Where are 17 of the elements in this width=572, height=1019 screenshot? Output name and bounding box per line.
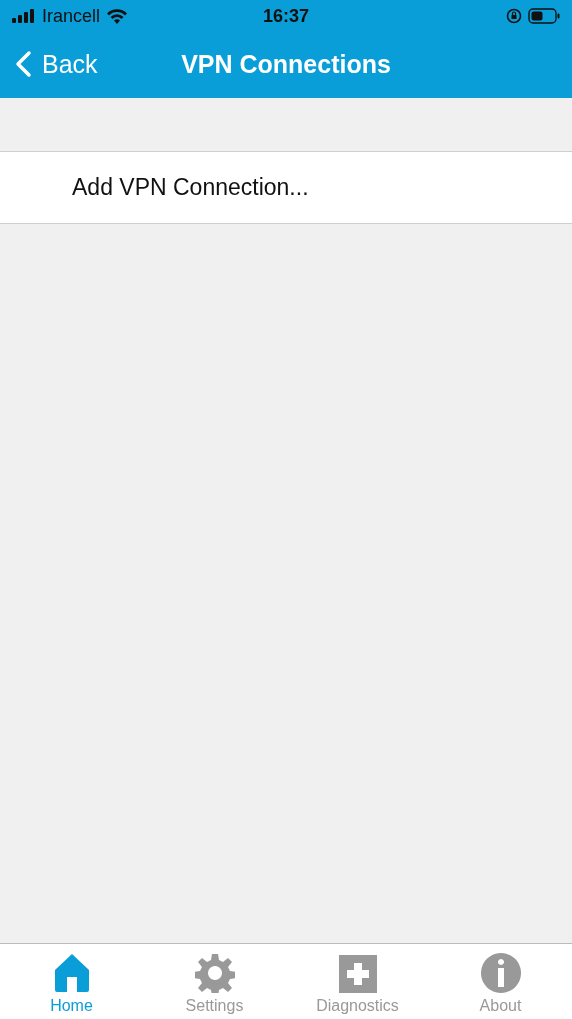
tab-button[interactable]: Home — [0, 944, 143, 1019]
tab-button[interactable]: About — [429, 944, 572, 1019]
battery-icon — [528, 8, 560, 24]
info-icon — [480, 953, 521, 993]
rotation-lock-icon — [506, 8, 522, 24]
signal-icon — [12, 9, 36, 23]
gear-icon — [194, 953, 235, 993]
carrier-name: Irancell — [42, 5, 101, 27]
tab-button[interactable]: Settings — [143, 944, 286, 1019]
house-icon — [53, 953, 90, 993]
chevron-icon — [14, 50, 32, 78]
list-item[interactable]: Add VPN Connection... — [0, 152, 572, 223]
tab-button[interactable]: Diagnostics — [286, 944, 429, 1019]
status-time: 16:37 — [262, 5, 309, 27]
wifi-icon — [106, 8, 129, 24]
back-button[interactable]: Back — [0, 49, 98, 79]
screen-title: VPN Connections — [181, 49, 391, 79]
